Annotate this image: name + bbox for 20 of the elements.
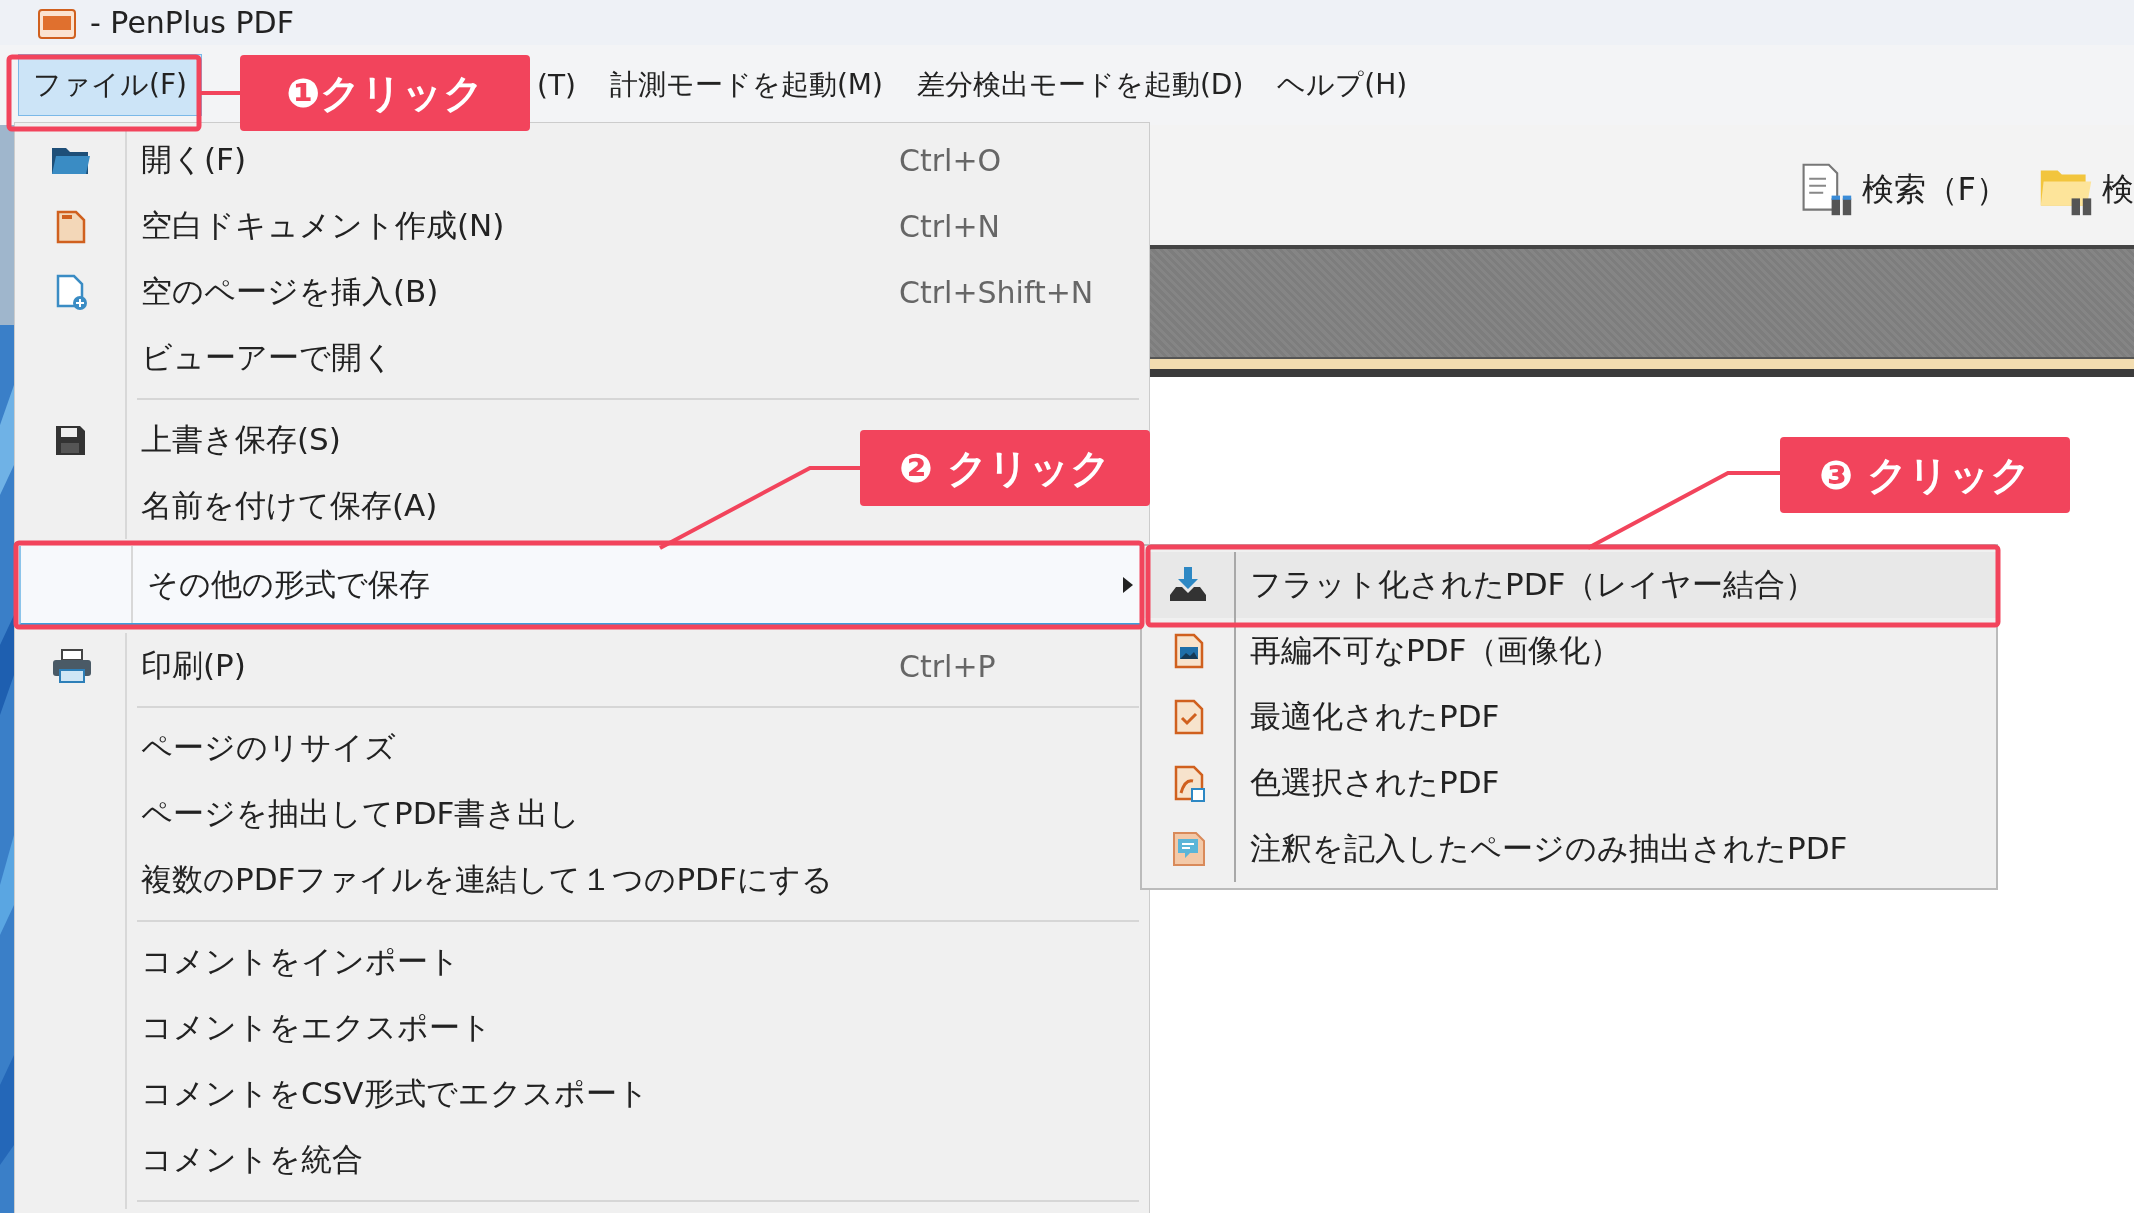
menu-bar-item[interactable]: ファイル(F) [18, 54, 202, 116]
menu-bar-item[interactable]: 計測モードを起動(M) [594, 54, 898, 116]
menu-bar-item[interactable]: 差分検出モードを起動(D) [901, 54, 1259, 116]
menu-item[interactable]: コメントをCSV形式でエクスポート [15, 1061, 1149, 1127]
menu-item[interactable]: コメントを統合 [15, 1127, 1149, 1193]
menu-item[interactable]: ビューアーで開く [15, 325, 1149, 391]
menu-item[interactable]: 空白ドキュメント作成(N) Ctrl+N [15, 193, 1149, 259]
menu-item[interactable]: コメントをエクスポート [15, 995, 1149, 1061]
menu-bar-item[interactable]: ヘルプ(H) [1262, 54, 1423, 116]
toolbar-button[interactable]: 検 [2038, 162, 2134, 218]
toolbar-button[interactable]: 検索（F） [1797, 162, 2008, 218]
menu-item[interactable]: コメントをインポート [15, 929, 1149, 995]
submenu-arrow-icon [1121, 574, 1135, 595]
leader-line [199, 91, 242, 95]
menu-item[interactable]: 空のページを挿入(B) Ctrl+Shift+N [15, 259, 1149, 325]
click-callout-tooltip: ❶クリック [240, 55, 530, 131]
submenu-item[interactable]: フラット化されたPDF（レイヤー結合） [1142, 552, 1996, 618]
window-title: - PenPlus PDF [90, 5, 294, 40]
click-callout-tooltip: ❸ クリック [1780, 437, 2070, 513]
click-callout-tooltip: ❷ クリック [860, 430, 1150, 506]
